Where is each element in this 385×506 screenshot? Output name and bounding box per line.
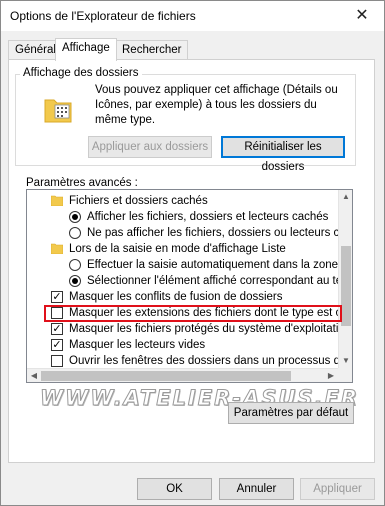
list-item[interactable]: Lors de la saisie en mode d'affichage Li… [27, 241, 338, 257]
close-icon[interactable]: ✕ [340, 1, 384, 31]
list-item[interactable]: ✓ Masquer les lecteurs vides [27, 337, 338, 353]
apply-button[interactable]: Appliquer [300, 478, 375, 500]
checkbox-hide-extensions[interactable] [51, 307, 63, 319]
folder-icon [51, 243, 63, 254]
checkbox-merge-conflicts[interactable]: ✓ [51, 291, 63, 303]
tab-rechercher[interactable]: Rechercher [115, 40, 189, 60]
horizontal-scroll-thumb[interactable] [41, 371, 291, 381]
radio-show-hidden[interactable] [69, 211, 81, 223]
restore-defaults-button[interactable]: Paramètres par défaut [228, 402, 354, 424]
advanced-settings-list: Fichiers et dossiers cachés Afficher les… [26, 189, 353, 383]
radio-select-item[interactable] [69, 275, 81, 287]
list-item[interactable]: Ouvrir les fenêtres des dossiers dans un… [27, 353, 338, 369]
vertical-scrollbar[interactable]: ▲ ▼ [338, 190, 352, 368]
checkbox-hide-protected[interactable]: ✓ [51, 323, 63, 335]
horizontal-scrollbar[interactable]: ◀ ▶ [27, 368, 338, 382]
scrollbar-corner [338, 368, 352, 382]
window-title: Options de l'Explorateur de fichiers [10, 9, 196, 23]
folder-view-icon [44, 99, 72, 123]
list-item[interactable]: Masquer les extensions des fichiers dont… [27, 305, 338, 321]
scroll-right-icon[interactable]: ▶ [324, 369, 338, 382]
scroll-down-icon[interactable]: ▼ [339, 354, 352, 368]
apply-to-folders-button[interactable]: Appliquer aux dossiers [88, 136, 212, 158]
list-item[interactable]: ✓ Masquer les conflits de fusion de doss… [27, 289, 338, 305]
tab-affichage[interactable]: Affichage [55, 38, 117, 61]
scroll-left-icon[interactable]: ◀ [27, 369, 41, 382]
checkbox-separate-process[interactable] [51, 355, 63, 367]
radio-auto-search[interactable] [69, 259, 81, 271]
vertical-scroll-thumb[interactable] [341, 246, 351, 326]
title-bar: Options de l'Explorateur de fichiers ✕ [1, 1, 384, 31]
folder-icon [51, 195, 63, 206]
folder-views-description: Vous pouvez appliquer cet affichage (Dét… [95, 84, 338, 126]
list-item[interactable]: Effectuer la saisie automatiquement dans… [27, 257, 338, 273]
checkbox-hide-empty-drives[interactable]: ✓ [51, 339, 63, 351]
list-item[interactable]: Afficher les fichiers, dossiers et lecte… [27, 209, 338, 225]
list-item[interactable]: Sélectionner l'élément affiché correspon… [27, 273, 338, 289]
list-item[interactable]: Ne pas afficher les fichiers, dossiers o… [27, 225, 338, 241]
cancel-button[interactable]: Annuler [219, 478, 294, 500]
reset-folders-button[interactable]: Réinitialiser les dossiers [221, 136, 345, 173]
list-item[interactable]: ✓ Masquer les fichiers protégés du systè… [27, 321, 338, 337]
advanced-settings-label: Paramètres avancés : [26, 177, 138, 189]
ok-button[interactable]: OK [137, 478, 212, 500]
scroll-up-icon[interactable]: ▲ [339, 190, 352, 204]
folder-views-legend: Affichage des dossiers [20, 67, 142, 79]
list-item[interactable]: Fichiers et dossiers cachés [27, 193, 338, 209]
radio-hide-hidden[interactable] [69, 227, 81, 239]
